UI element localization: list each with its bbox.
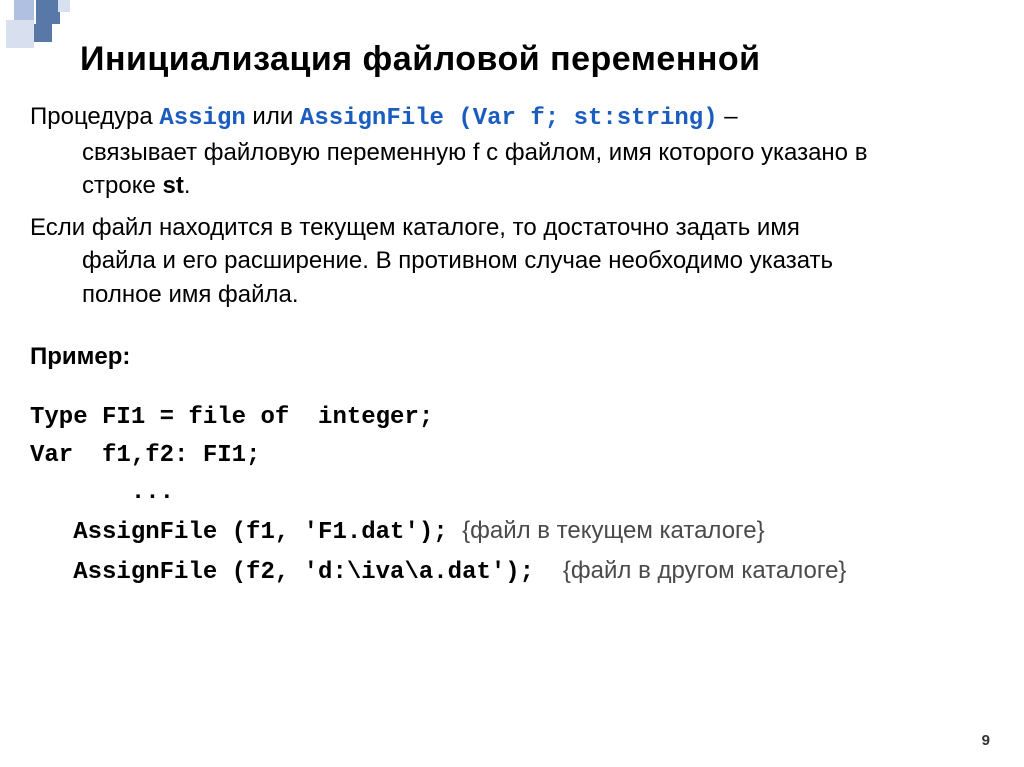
page-number: 9: [982, 732, 990, 749]
code-line-2: Var f1,f2: FI1;: [30, 439, 994, 473]
text: –: [718, 103, 738, 130]
slide-title: Инициализация файловой переменной: [80, 40, 761, 79]
code-comment: {файл в другом каталоге}: [563, 557, 847, 584]
text: файла и его расширение. В противном случ…: [30, 244, 994, 278]
code-line-5: AssignFile (f2, 'd:\iva\a.dat'); {файл в…: [30, 554, 994, 590]
example-heading: Пример:: [30, 340, 994, 374]
code-comment: {файл в текущем каталоге}: [462, 517, 765, 544]
paragraph-1: Процедура Assign или AssignFile (Var f; …: [30, 100, 994, 203]
paragraph-2: Если файл находится в текущем каталоге, …: [30, 211, 994, 312]
text: связывает файловую переменную f с файлом…: [30, 136, 994, 170]
text: Если файл находится в текущем каталоге, …: [30, 214, 800, 241]
text: полное имя файла.: [30, 278, 994, 312]
text: или: [246, 103, 300, 130]
text: строке st.: [30, 169, 994, 203]
keyword-assignfile-signature: AssignFile (Var f; st:string): [300, 105, 718, 132]
code-line-3: ...: [30, 476, 994, 510]
keyword-assign: Assign: [159, 105, 245, 132]
text: Процедура: [30, 103, 159, 130]
code-line-1: Type FI1 = file of integer;: [30, 401, 994, 435]
slide-body: Процедура Assign или AssignFile (Var f; …: [30, 100, 994, 593]
code-line-4: AssignFile (f1, 'F1.dat'); {файл в текущ…: [30, 514, 994, 550]
